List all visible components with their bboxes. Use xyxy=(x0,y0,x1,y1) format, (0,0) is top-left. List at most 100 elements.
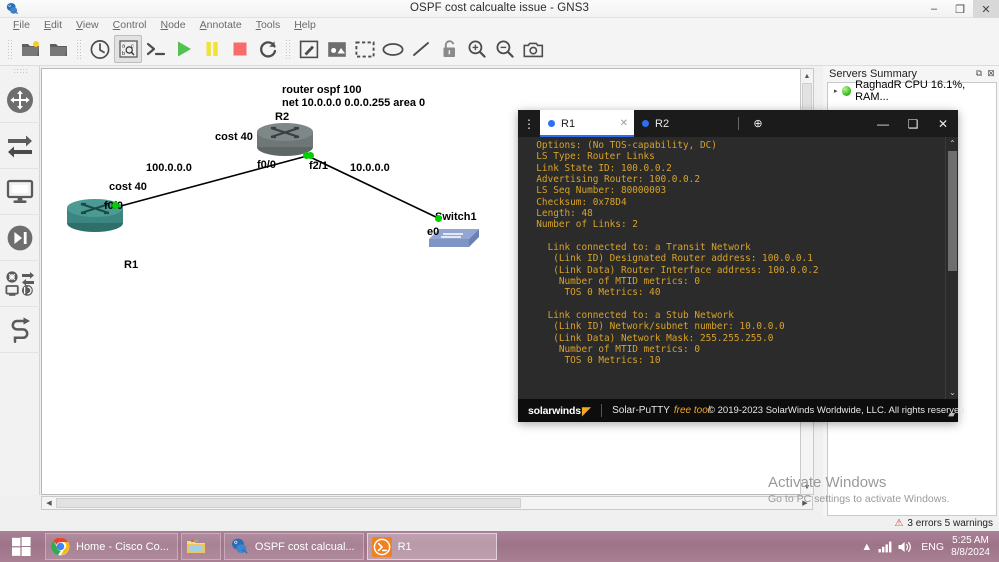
open-project-icon[interactable] xyxy=(45,35,73,63)
screenshot-camera-icon[interactable] xyxy=(519,35,547,63)
status-bar: ⚠ 3 errors 5 warnings xyxy=(0,516,999,531)
canvas-horizontal-scrollbar[interactable]: ◀ ▶ xyxy=(41,496,813,510)
warning-triangle-icon: ⚠ xyxy=(894,518,904,529)
scroll-right-arrow[interactable]: ▶ xyxy=(799,498,811,508)
putty-close-button[interactable]: ✕ xyxy=(928,110,958,137)
tab-status-dot xyxy=(548,120,555,127)
menu-help[interactable]: Help xyxy=(287,18,323,33)
network-signal-icon[interactable] xyxy=(876,540,895,553)
insert-image-icon[interactable] xyxy=(323,35,351,63)
window-controls: – ❐ ✕ xyxy=(921,0,999,18)
file-explorer-icon xyxy=(186,536,207,557)
pause-icon[interactable] xyxy=(198,35,226,63)
annotation-cost-40-r2[interactable]: cost 40 xyxy=(215,131,253,143)
dock-all-devices-icon[interactable] xyxy=(0,261,40,307)
recent-projects-icon[interactable] xyxy=(86,35,114,63)
node-switch1-port-led xyxy=(435,215,442,222)
status-bar-text[interactable]: 3 errors 5 warnings xyxy=(907,518,993,529)
kebab-menu-icon[interactable]: ⋮ xyxy=(518,110,540,137)
windows-start-icon[interactable] xyxy=(0,531,42,562)
dock-grip[interactable] xyxy=(12,68,27,75)
dock-switches-icon[interactable] xyxy=(0,123,40,169)
putty-minimize-button[interactable]: — xyxy=(868,110,898,137)
putty-tab-r2[interactable]: R2 xyxy=(634,110,728,137)
panel-float-icon[interactable]: ⧉ xyxy=(973,68,985,80)
terminal-scroll-up-icon[interactable]: ⌃ xyxy=(948,138,957,149)
volume-icon[interactable] xyxy=(895,540,914,554)
node-r2-port-f00-label: f0/0 xyxy=(257,159,276,171)
annotation-ospf-process-1[interactable]: router ospf 100 xyxy=(282,84,361,96)
product-name: Solar-PuTTY xyxy=(612,405,670,416)
free-tool-tag: free tool xyxy=(673,405,711,416)
dock-security-devices-icon[interactable] xyxy=(0,215,40,261)
taskbar-chrome-label: Home - Cisco Co... xyxy=(76,540,169,553)
scroll-left-arrow[interactable]: ◀ xyxy=(43,498,55,508)
annotation-ospf-process-2[interactable]: net 10.0.0.0 0.0.0.255 area 0 xyxy=(282,97,425,109)
add-note-icon[interactable] xyxy=(295,35,323,63)
dock-add-link-icon[interactable] xyxy=(0,307,40,353)
screenshot-search-icon[interactable]: a c b xyxy=(114,35,142,63)
menu-annotate[interactable]: Annotate xyxy=(193,18,249,33)
annotation-network-100[interactable]: 100.0.0.0 xyxy=(146,162,192,174)
server-row[interactable]: ▸ RaghadR CPU 16.1%, RAM... xyxy=(828,79,996,103)
zoom-out-icon[interactable] xyxy=(491,35,519,63)
window-title: OSPF cost calcualte issue - GNS3 xyxy=(410,2,589,14)
draw-ellipse-icon[interactable] xyxy=(379,35,407,63)
dock-routers-icon[interactable] xyxy=(0,77,40,123)
solar-putty-window[interactable]: ⋮ R1 ✕ R2 ⊕ — ❑ ✕ Options: (No TOS-capab… xyxy=(518,110,967,422)
close-tab-icon[interactable]: ✕ xyxy=(602,118,628,129)
taskbar-gns3[interactable]: OSPF cost calcual... xyxy=(223,533,364,560)
terminal-scroll-thumb[interactable] xyxy=(948,151,957,271)
close-button[interactable]: ✕ xyxy=(973,0,999,18)
menu-control[interactable]: Control xyxy=(106,18,154,33)
footer-divider xyxy=(601,404,603,417)
hscroll-thumb[interactable] xyxy=(56,498,521,508)
taskbar-explorer[interactable] xyxy=(180,533,221,560)
show-hidden-icons[interactable]: ▲ xyxy=(857,541,876,553)
draw-rectangle-icon[interactable] xyxy=(351,35,379,63)
server-status-led xyxy=(841,86,852,96)
clock[interactable]: 5:25 AM 8/8/2024 xyxy=(951,535,995,559)
draw-line-icon[interactable] xyxy=(407,35,435,63)
expander-icon[interactable]: ▸ xyxy=(830,87,842,95)
terminal-area[interactable]: Options: (No TOS-capability, DC) LS Type… xyxy=(518,137,958,399)
minimize-button[interactable]: – xyxy=(921,0,947,18)
stop-icon[interactable] xyxy=(226,35,254,63)
menu-edit[interactable]: Edit xyxy=(37,18,69,33)
panel-close-icon[interactable]: ⊠ xyxy=(985,68,997,80)
solarwinds-bolt-icon: ◤ xyxy=(581,403,592,418)
scroll-up-arrow[interactable]: ▲ xyxy=(802,70,812,82)
solarwinds-footer: solarwinds ◤ Solar-PuTTY free tool © 201… xyxy=(518,399,967,422)
putty-tab-r1[interactable]: R1 ✕ xyxy=(540,110,634,137)
putty-maximize-button[interactable]: ❑ xyxy=(898,110,928,137)
taskbar-putty[interactable]: R1 xyxy=(366,533,497,560)
maximize-button[interactable]: ❐ xyxy=(947,0,973,18)
putty-icon xyxy=(372,536,393,557)
putty-tab-r2-label: R2 xyxy=(655,117,670,130)
annotation-network-10[interactable]: 10.0.0.0 xyxy=(350,162,390,174)
putty-tab-r1-label: R1 xyxy=(561,117,576,130)
toolbar-grip[interactable] xyxy=(7,39,14,59)
reload-icon[interactable] xyxy=(254,35,282,63)
putty-window-controls: — ❑ ✕ xyxy=(868,110,958,137)
new-tab-icon[interactable]: ⊕ xyxy=(745,110,771,137)
taskbar-chrome[interactable]: Home - Cisco Co... xyxy=(45,533,178,560)
annotation-cost-40-r1[interactable]: cost 40 xyxy=(109,181,147,193)
menu-node[interactable]: Node xyxy=(154,18,193,33)
scroll-down-arrow[interactable]: ▼ xyxy=(802,481,812,493)
resize-grip-icon[interactable]: ▰ xyxy=(948,409,955,420)
menu-tools[interactable]: Tools xyxy=(249,18,288,33)
zoom-in-icon[interactable] xyxy=(463,35,491,63)
console-icon[interactable] xyxy=(142,35,170,63)
menu-view[interactable]: View xyxy=(69,18,106,33)
toolbar-grip-2[interactable] xyxy=(76,39,83,59)
new-project-icon[interactable] xyxy=(17,35,45,63)
terminal-scrollbar[interactable]: ⌃ ⌄ xyxy=(945,137,958,399)
toolbar-grip-3[interactable] xyxy=(285,39,292,59)
lock-items-icon[interactable] xyxy=(435,35,463,63)
menu-file[interactable]: File xyxy=(6,18,37,33)
language-indicator[interactable]: ENG xyxy=(921,541,944,553)
dock-end-devices-icon[interactable] xyxy=(0,169,40,215)
start-icon[interactable] xyxy=(170,35,198,63)
terminal-scroll-down-icon[interactable]: ⌄ xyxy=(948,387,957,398)
